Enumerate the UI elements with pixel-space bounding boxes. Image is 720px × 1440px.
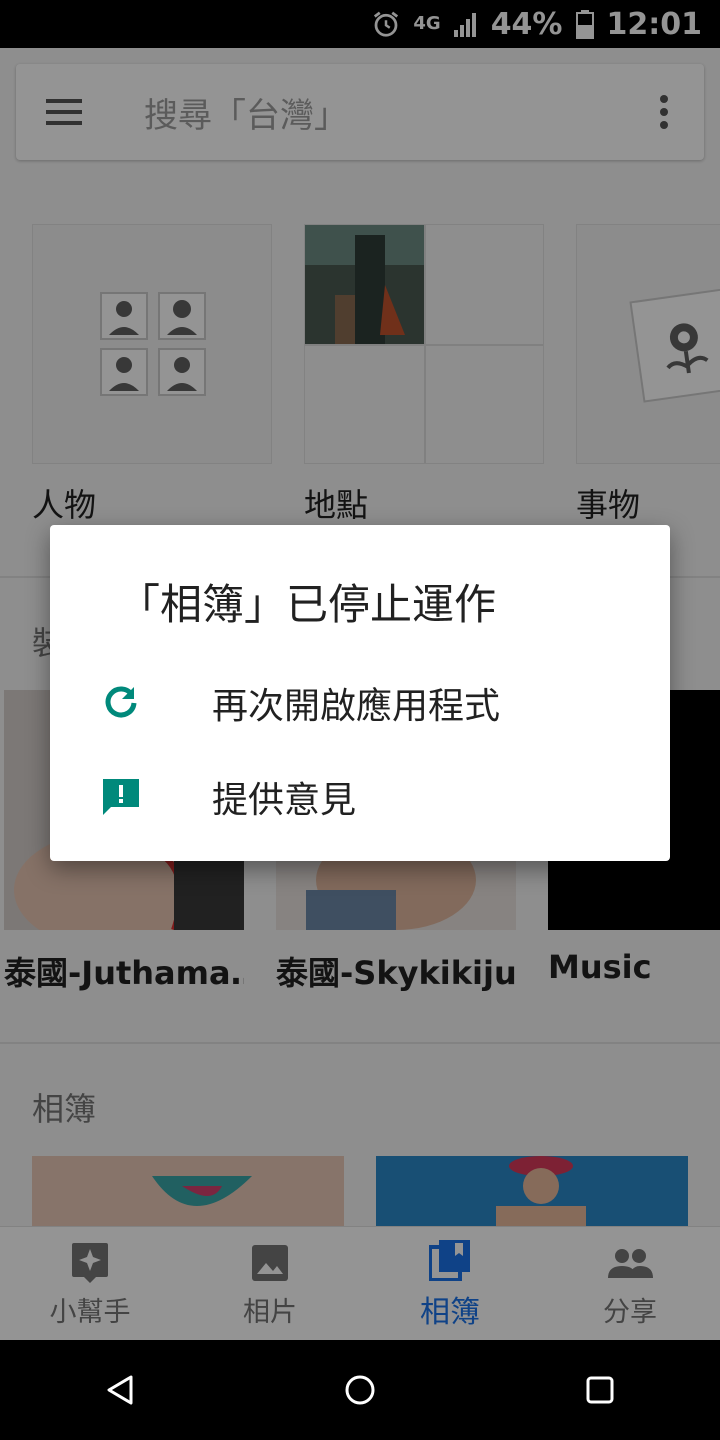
recents-icon [586,1376,614,1404]
recents-button[interactable] [550,1340,650,1440]
reopen-app-label: 再次開啟應用程式 [212,686,501,727]
send-feedback-label: 提供意見 [212,780,357,821]
home-button[interactable] [310,1340,410,1440]
back-button[interactable] [70,1340,170,1440]
reopen-app-button[interactable]: 再次開啟應用程式 [50,657,670,749]
refresh-icon [50,685,192,721]
feedback-icon [50,777,192,817]
app-crash-dialog: 「相簿」已停止運作 再次開啟應用程式 提供意見 [50,525,670,861]
system-navigation-bar [0,1340,720,1440]
send-feedback-button[interactable]: 提供意見 [50,751,670,843]
home-icon [345,1375,375,1405]
dialog-title: 「相簿」已停止運作 [118,580,497,629]
back-icon [107,1375,133,1405]
